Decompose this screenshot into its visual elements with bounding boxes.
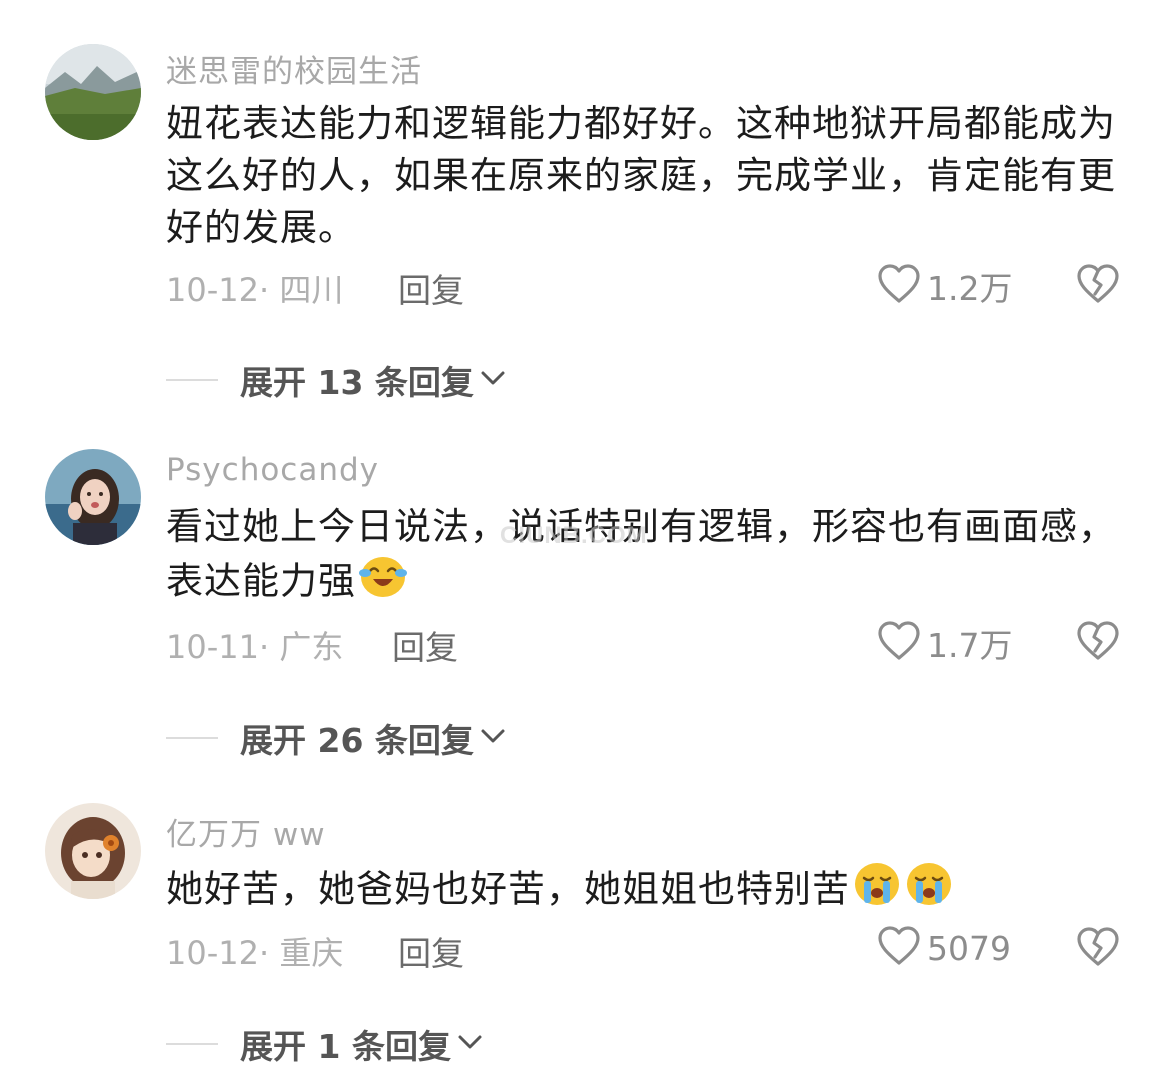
like-button[interactable]: 5079 xyxy=(877,925,1011,971)
comment-text-content: 她好苦，她爸妈也好苦，她姐姐也特别苦 xyxy=(166,867,850,911)
heart-icon xyxy=(877,925,921,971)
expand-replies-label: 展开 1 条回复 xyxy=(240,1027,451,1066)
like-count: 5079 xyxy=(927,928,1011,968)
dislike-button[interactable] xyxy=(1076,926,1120,972)
comment-username[interactable]: 亿万万 ww xyxy=(166,809,326,854)
divider xyxy=(166,1043,218,1045)
comment-date-location: 10-12· 重庆 xyxy=(166,934,344,972)
chevron-down-icon xyxy=(457,1032,483,1056)
crying-emoji-icon xyxy=(852,861,902,921)
crying-emoji-icon xyxy=(904,861,954,921)
comment-text: 她好苦，她爸妈也好苦，她姐姐也特别苦 xyxy=(166,861,1126,921)
reply-button[interactable]: 回复 xyxy=(398,927,464,975)
expand-replies[interactable]: 展开 1 条回复 xyxy=(166,1020,483,1068)
watermark: CIUNB.COM xyxy=(500,522,648,549)
anime-avatar-image xyxy=(45,803,141,899)
broken-heart-icon xyxy=(1076,927,1120,972)
avatar[interactable] xyxy=(45,803,141,899)
